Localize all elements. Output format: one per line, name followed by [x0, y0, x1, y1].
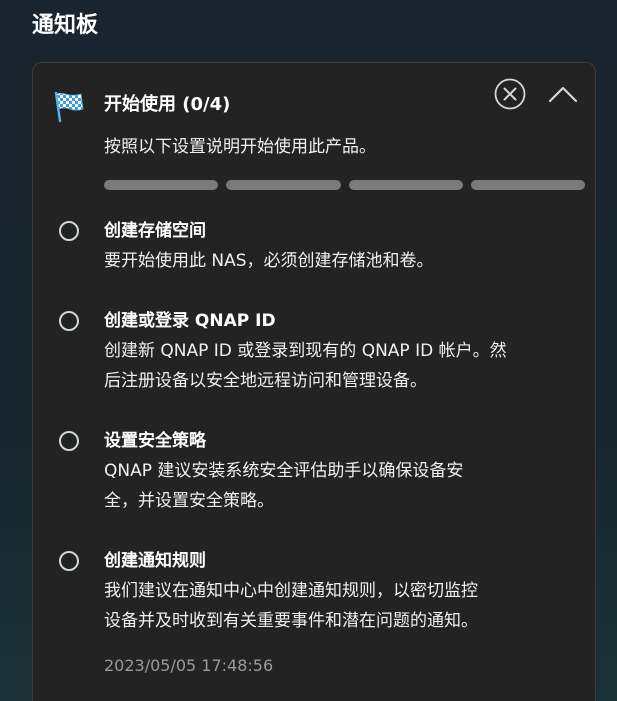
card-description: 按照以下设置说明开始使用此产品。	[104, 137, 376, 157]
task-description: 创建新 QNAP ID 或登录到现有的 QNAP ID 帐户。然 后注册设备以安…	[104, 341, 507, 391]
close-button[interactable]	[494, 78, 526, 110]
getting-started-card: 开始使用 (0/4) 按照以下设置说明开始使用此产品。 创建存储空间 要开始使用…	[32, 62, 596, 701]
task-description: 我们建议在通知中心中创建通知规则，以密切监控 设备并及时收到有关重要事件和潜在问…	[104, 581, 478, 631]
card-title: 开始使用 (0/4)	[104, 94, 231, 115]
progress-segment	[470, 180, 585, 190]
task-status-radio[interactable]	[59, 431, 79, 451]
task-status-radio[interactable]	[59, 311, 79, 331]
task-title: 设置安全策略	[104, 431, 206, 451]
collapse-button[interactable]	[546, 80, 580, 108]
task-title: 创建通知规则	[104, 551, 206, 571]
task-title: 创建或登录 QNAP ID	[104, 311, 276, 331]
task-status-radio[interactable]	[59, 221, 79, 241]
task-description: 要开始使用此 NAS，必须创建存储池和卷。	[104, 251, 434, 271]
progress-segment	[348, 180, 463, 190]
progress-segment	[104, 180, 219, 190]
close-circle-icon	[494, 78, 526, 110]
progress-segment	[226, 180, 341, 190]
chevron-up-icon	[548, 86, 578, 103]
checkered-flag-icon	[54, 91, 84, 123]
task-status-radio[interactable]	[59, 551, 79, 571]
timestamp: 2023/05/05 17:48:56	[104, 656, 274, 675]
task-description: QNAP 建议安装系统安全评估助手以确保设备安 全，并设置安全策略。	[104, 461, 464, 511]
progress-bar	[104, 180, 585, 190]
page-title: 通知板	[32, 13, 99, 38]
task-title: 创建存储空间	[104, 221, 206, 241]
